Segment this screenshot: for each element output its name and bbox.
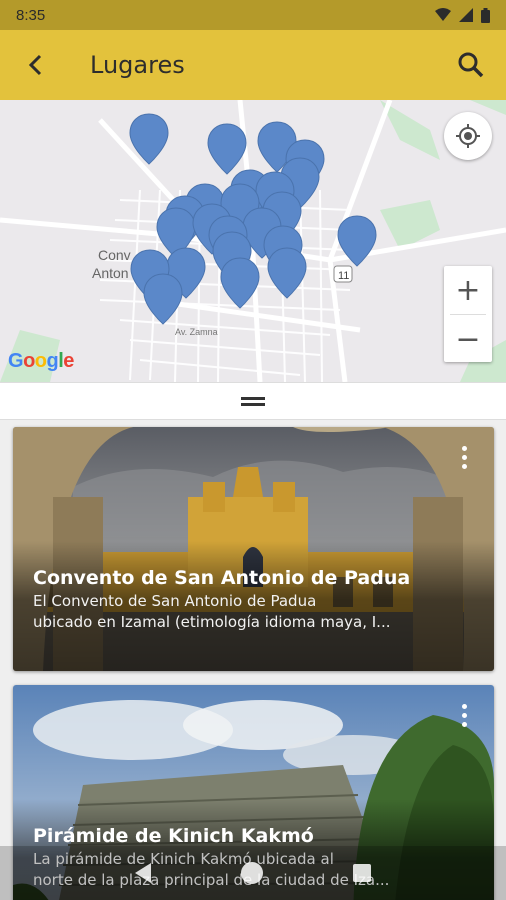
place-markers (129, 113, 377, 325)
app-bar: Lugares (0, 30, 506, 100)
place-marker[interactable] (220, 257, 260, 309)
place-title: Pirámide de Kinich Kakmó (33, 825, 314, 847)
place-description-line: ubicado en Izamal (etimología idioma may… (33, 613, 391, 631)
place-description: El Convento de San Antonio de Padua ubic… (33, 591, 454, 633)
place-marker[interactable] (337, 215, 377, 267)
status-time: 8:35 (16, 6, 46, 24)
nav-back-button[interactable] (135, 863, 151, 883)
zoom-out-button[interactable]: − (444, 315, 492, 363)
signal-icon (459, 8, 473, 22)
arrow-back-icon (28, 54, 42, 76)
nav-recents-button[interactable] (353, 864, 371, 882)
my-location-button[interactable] (444, 112, 492, 160)
more-vert-icon (461, 703, 467, 709)
place-marker[interactable] (143, 273, 183, 325)
drag-handle-icon (241, 394, 265, 409)
status-icons (435, 7, 490, 23)
map-view[interactable]: Conv Anton Av. Zamna 11 + − Google (0, 100, 506, 382)
place-description-line: El Convento de San Antonio de Padua (33, 592, 317, 610)
zoom-in-button[interactable]: + (444, 266, 492, 314)
system-nav-bar (0, 846, 506, 900)
more-options-button[interactable] (452, 699, 476, 731)
back-button[interactable] (0, 30, 70, 100)
search-button[interactable] (436, 30, 506, 100)
battery-icon (481, 7, 490, 23)
place-marker[interactable] (129, 113, 169, 165)
more-options-button[interactable] (452, 441, 476, 473)
wifi-icon (435, 8, 451, 21)
crosshair-icon (456, 124, 480, 148)
places-list[interactable]: Convento de San Antonio de Padua El Conv… (0, 420, 506, 900)
place-marker[interactable] (207, 123, 247, 175)
place-title: Convento de San Antonio de Padua (33, 567, 411, 589)
page-title: Lugares (90, 51, 185, 79)
zoom-controls: + − (444, 266, 492, 362)
status-bar: 8:35 (0, 0, 506, 30)
place-card[interactable]: Convento de San Antonio de Padua El Conv… (13, 427, 494, 671)
google-logo: Google (8, 350, 74, 372)
more-vert-icon (461, 445, 467, 451)
bottom-sheet-handle[interactable] (0, 382, 506, 420)
place-marker[interactable] (267, 247, 307, 299)
search-icon (458, 52, 484, 78)
nav-home-button[interactable] (241, 862, 263, 884)
